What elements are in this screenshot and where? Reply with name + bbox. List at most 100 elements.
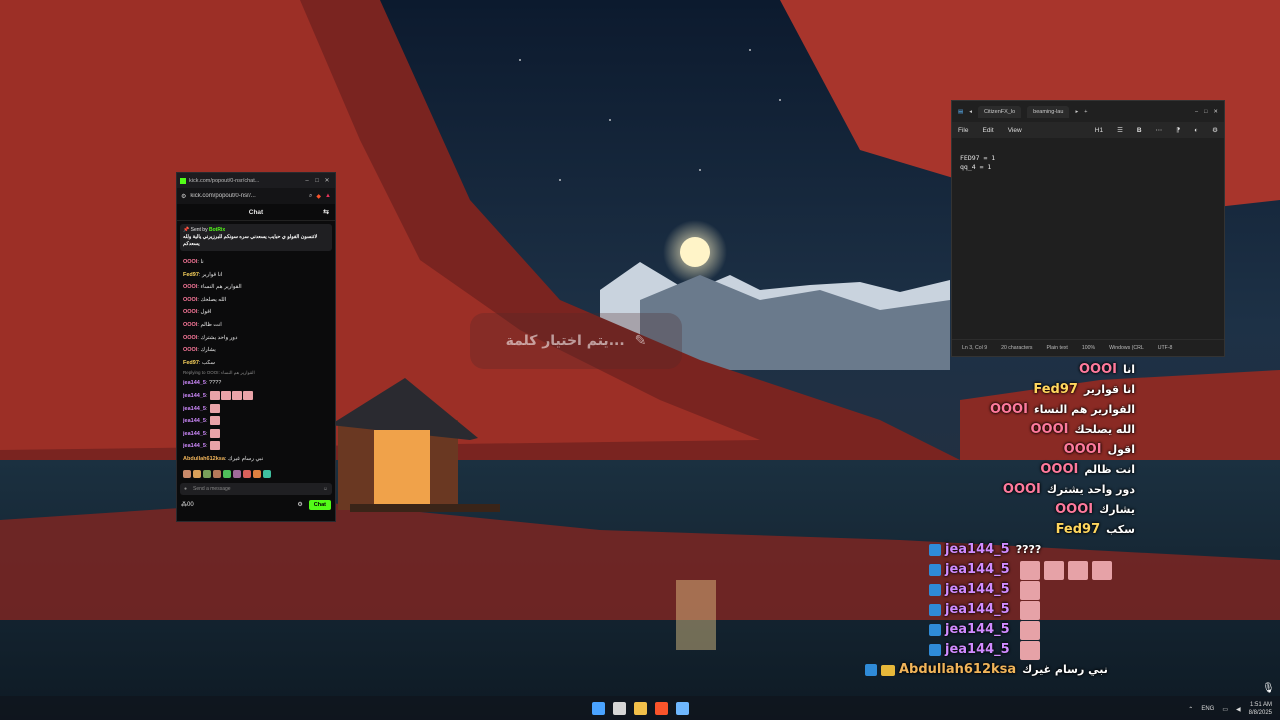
- overlay-message-text: انا قوارير: [1083, 383, 1135, 396]
- settings-icon[interactable]: ⚙: [1212, 126, 1218, 134]
- chat-username[interactable]: OOOI: [183, 284, 197, 290]
- emote-icon: [210, 441, 221, 451]
- chat-username[interactable]: OOOI: [183, 309, 197, 315]
- chat-username[interactable]: jea144_5: [183, 443, 206, 449]
- chat-settings-icon[interactable]: ⇆: [323, 208, 329, 216]
- emote-icon[interactable]: [263, 469, 271, 478]
- gear-icon[interactable]: ⚙: [297, 501, 302, 508]
- crown-badge-icon: [881, 664, 895, 676]
- windows-start-icon[interactable]: [591, 701, 605, 715]
- chat-input-placeholder[interactable]: Send a message: [193, 486, 323, 492]
- chat-message-text: يشارك: [200, 347, 216, 354]
- copilot-icon[interactable]: ◐: [1194, 127, 1198, 134]
- volume-icon[interactable]: ◀: [1236, 706, 1241, 713]
- kick-chat-popout-window[interactable]: kick.com/popout/0-nsr/chat... – □ ✕ ⚙ ki…: [176, 172, 336, 522]
- emote-icon[interactable]: [223, 469, 231, 478]
- chevron-up-icon[interactable]: ⌃: [1188, 706, 1193, 713]
- emote-quick-bar[interactable]: [177, 468, 335, 480]
- emote-icon[interactable]: [193, 469, 201, 478]
- chat-username[interactable]: OOOI: [183, 259, 197, 265]
- chat-username[interactable]: jea144_5: [183, 418, 206, 424]
- subscriber-badge-icon: [929, 564, 941, 576]
- file-explorer-icon[interactable]: [612, 701, 626, 715]
- tab-forward-icon[interactable]: ▸: [1075, 109, 1078, 115]
- overlay-chat-row: OOOI دور واحد يشترك: [930, 480, 1230, 500]
- heading-dropdown[interactable]: H1: [1095, 127, 1103, 134]
- status-character-count: 20 characters: [1001, 345, 1033, 351]
- chat-username[interactable]: jea144_5: [183, 380, 206, 386]
- chat-username[interactable]: Fed97: [183, 360, 199, 366]
- maximize-icon[interactable]: □: [1204, 109, 1207, 115]
- minimize-icon[interactable]: –: [1195, 109, 1198, 115]
- notepad-text-area[interactable]: FED97 = 1 qq_4 = 1: [952, 138, 1224, 310]
- bold-icon[interactable]: B: [1137, 127, 1142, 134]
- chat-window-url[interactable]: kick.com/popout/0-nsr/...: [190, 193, 305, 199]
- emote-icon[interactable]: [233, 469, 241, 478]
- brave-shield-icon[interactable]: ◆: [316, 193, 321, 200]
- chat-username[interactable]: OOOI: [183, 297, 197, 303]
- chat-username[interactable]: OOOI: [183, 347, 197, 353]
- pinned-sender[interactable]: BotRix: [209, 227, 225, 233]
- emote-icon[interactable]: [213, 469, 221, 478]
- new-tab-icon[interactable]: +: [1084, 109, 1087, 115]
- more-icon[interactable]: ⋯: [1156, 126, 1163, 134]
- overlay-username: Fed97: [1033, 382, 1078, 397]
- emote-icon[interactable]: [183, 469, 191, 478]
- chat-username[interactable]: jea144_5: [183, 431, 206, 437]
- notepad-icon[interactable]: [675, 701, 689, 715]
- brave-rewards-icon[interactable]: ▲: [325, 193, 331, 199]
- taskbar: [0, 696, 1280, 720]
- overlay-chat-row: jea144_5????: [929, 540, 1230, 560]
- close-icon[interactable]: ✕: [1213, 109, 1218, 115]
- menu-view[interactable]: View: [1008, 127, 1022, 134]
- folder-icon[interactable]: [633, 701, 647, 715]
- emote-icon[interactable]: [203, 469, 211, 478]
- kick-favicon-icon: [180, 177, 186, 184]
- overlay-username: OOOI: [1030, 422, 1069, 437]
- chat-username[interactable]: Abdullah612ksa: [183, 456, 225, 462]
- chat-message-list: OOOI: نا Fed97: انا قوارير OOOI: القوارير …: [177, 254, 335, 468]
- emote-icon: [1067, 560, 1088, 580]
- overlay-username: OOOI: [1078, 362, 1117, 377]
- chat-window-urlbar[interactable]: ⚙ kick.com/popout/0-nsr/... ⌕ ◆ ▲: [177, 188, 335, 204]
- network-icon[interactable]: ▭: [1222, 706, 1228, 713]
- chat-username[interactable]: OOOI: [183, 335, 197, 341]
- menu-file[interactable]: File: [958, 127, 968, 134]
- overlay-message-text: سكب: [1106, 523, 1135, 536]
- microphone-icon: 🎙: [1262, 683, 1275, 694]
- emoji-icon[interactable]: ☺: [323, 486, 328, 492]
- chat-message-text: نا: [200, 259, 204, 265]
- chat-username[interactable]: OOOI: [183, 322, 197, 328]
- chat-username[interactable]: jea144_5: [183, 406, 206, 412]
- emote-icon[interactable]: [253, 469, 261, 478]
- language-indicator[interactable]: ENG: [1201, 706, 1214, 712]
- list-icon[interactable]: ☰: [1117, 126, 1123, 134]
- chat-username[interactable]: Fed97: [183, 272, 199, 278]
- format-icon[interactable]: ⁋: [1176, 126, 1180, 134]
- close-icon[interactable]: ✕: [322, 177, 332, 184]
- maximize-icon[interactable]: □: [312, 178, 322, 184]
- notepad-window[interactable]: ▤ ◂ CitizenFX_lo beaming-lau ▸ + – □ ✕ F…: [951, 100, 1225, 357]
- overlay-chat-row: jea144_5: [929, 560, 1230, 580]
- notepad-tab-2[interactable]: beaming-lau: [1027, 105, 1070, 118]
- send-chat-button[interactable]: Chat: [308, 499, 331, 510]
- notepad-titlebar[interactable]: ▤ ◂ CitizenFX_lo beaming-lau ▸ + – □ ✕: [952, 101, 1224, 122]
- emote-icon[interactable]: [243, 469, 251, 478]
- overlay-chat-row: jea144_5: [929, 580, 1230, 600]
- menu-edit[interactable]: Edit: [982, 127, 993, 134]
- chat-username[interactable]: jea144_5: [183, 393, 206, 399]
- pinned-message-text: لاتنسون الفولو ي حبايب يسعدني سره سونكم …: [183, 234, 318, 247]
- chat-message: OOOI: اقول: [183, 309, 212, 316]
- zoom-icon[interactable]: ⌕: [309, 193, 312, 200]
- tab-back-icon[interactable]: ◂: [969, 109, 972, 115]
- chat-message: Fed97: سكب: [183, 359, 216, 366]
- chat-input[interactable]: ● Send a message ☺: [180, 482, 332, 495]
- chat-message: jea144_5:: [183, 428, 329, 441]
- clock[interactable]: 1:51 AM 8/8/2025: [1249, 701, 1272, 717]
- minimize-icon[interactable]: –: [302, 178, 312, 184]
- site-settings-icon[interactable]: ⚙: [181, 193, 186, 200]
- chat-window-titlebar[interactable]: kick.com/popout/0-nsr/chat... – □ ✕: [177, 173, 335, 188]
- subscriber-badge-icon: [865, 664, 877, 676]
- brave-browser-icon[interactable]: [654, 701, 668, 715]
- notepad-tab-1[interactable]: CitizenFX_lo: [977, 105, 1022, 118]
